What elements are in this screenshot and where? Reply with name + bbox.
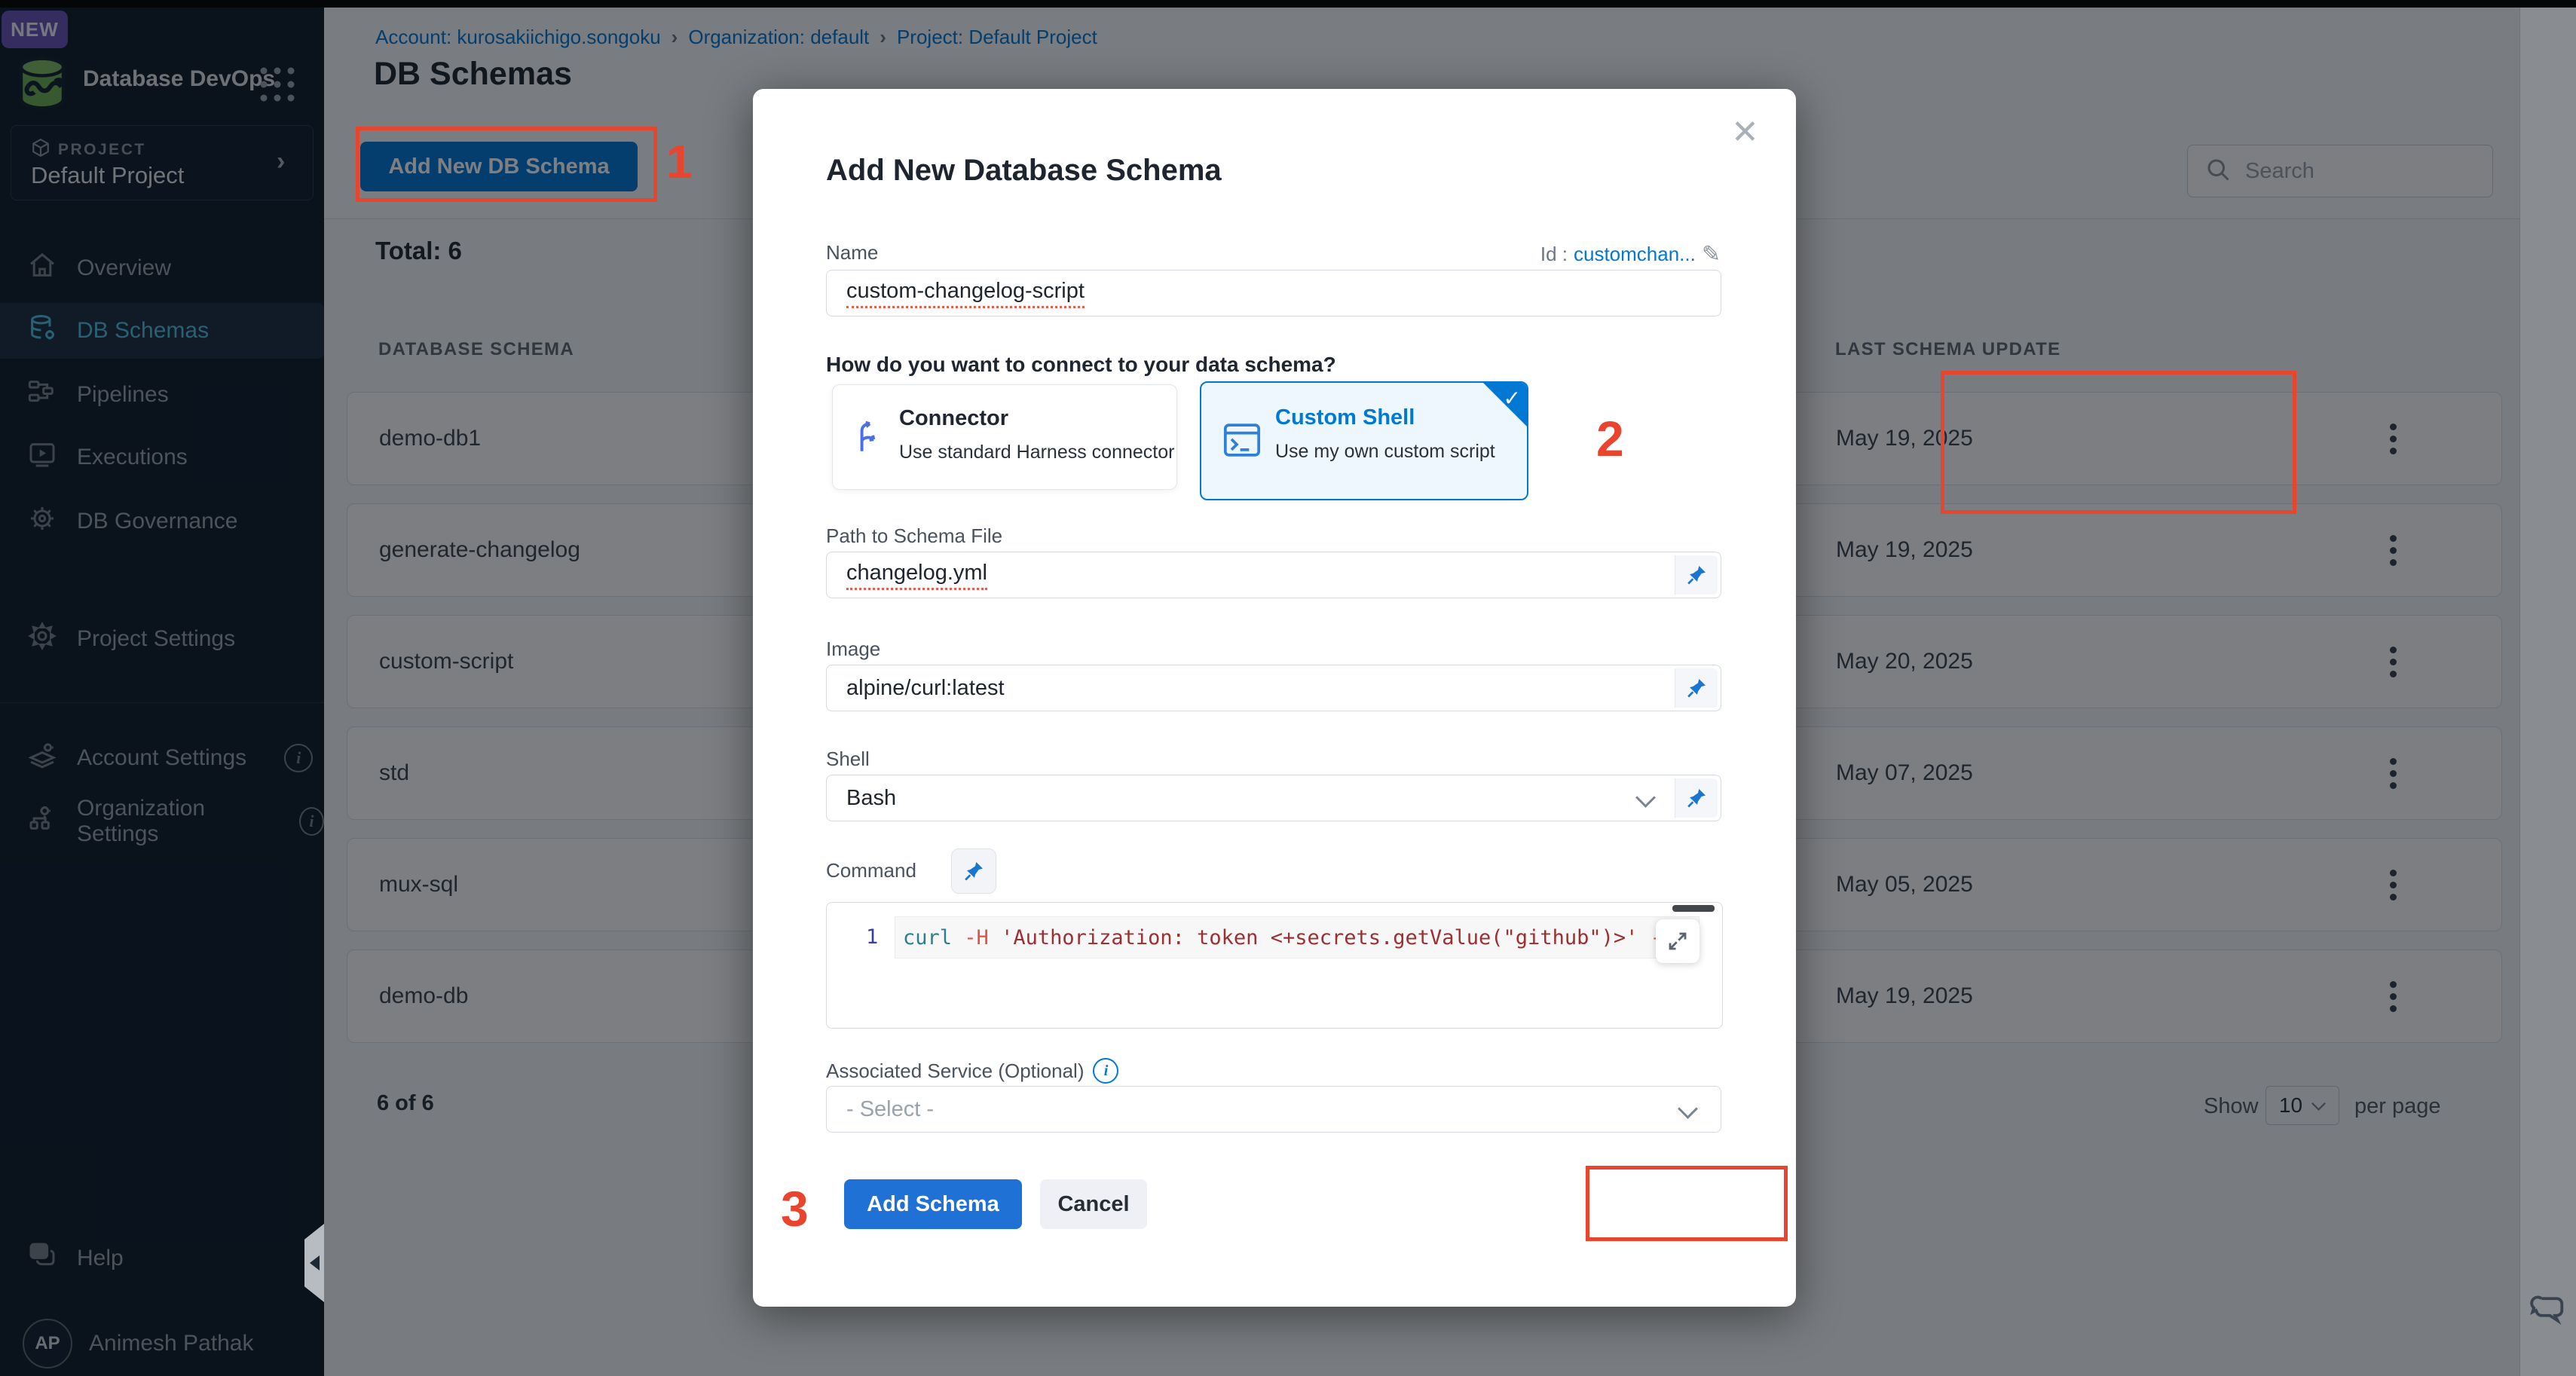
path-input-value: changelog.yml: [846, 561, 987, 590]
annotation-number-1: 1: [666, 136, 692, 189]
option-card-custom-shell[interactable]: ✓ Custom Shell Use my own custom script: [1200, 381, 1528, 500]
command-pin-button[interactable]: [951, 849, 996, 894]
path-label: Path to Schema File: [826, 524, 1002, 548]
entity-id-row: Id : customchan... ✎: [1540, 241, 1721, 268]
command-label: Command: [826, 859, 916, 882]
image-label: Image: [826, 638, 880, 661]
pin-icon[interactable]: [1675, 668, 1718, 708]
id-value[interactable]: customchan...: [1574, 243, 1696, 266]
name-input[interactable]: custom-changelog-script: [826, 270, 1721, 316]
name-label: Name: [826, 241, 878, 264]
path-input[interactable]: changelog.yml: [826, 552, 1721, 598]
custom-shell-title: Custom Shell: [1275, 405, 1495, 430]
code-line: curl -H 'Authorization: token <+secrets.…: [895, 916, 1699, 959]
annotation-number-3: 3: [781, 1180, 809, 1237]
custom-shell-subtitle: Use my own custom script: [1275, 441, 1495, 463]
image-input[interactable]: alpine/curl:latest: [826, 665, 1721, 711]
line-number: 1: [866, 925, 878, 949]
connector-title: Connector: [899, 406, 1174, 431]
annotation-box-2: [1941, 371, 2296, 514]
chevron-down-icon: [1635, 787, 1656, 808]
edit-id-pencil-icon[interactable]: ✎: [1702, 241, 1721, 268]
pin-icon[interactable]: [1675, 555, 1718, 595]
image-input-value: alpine/curl:latest: [846, 676, 1005, 701]
close-icon[interactable]: ✕: [1731, 116, 1759, 149]
shell-select[interactable]: Bash: [826, 775, 1721, 821]
associated-service-label: Associated Service (Optional): [826, 1060, 1084, 1083]
expand-editor-icon[interactable]: [1656, 919, 1699, 963]
option-card-connector[interactable]: Connector Use standard Harness connector: [832, 384, 1177, 490]
name-input-value: custom-changelog-script: [846, 279, 1085, 308]
connector-subtitle: Use standard Harness connector: [899, 442, 1174, 463]
add-schema-modal: ✕ Add New Database Schema Name Id : cust…: [753, 89, 1796, 1307]
terminal-icon: [1221, 419, 1263, 465]
chevron-down-icon: [1678, 1099, 1698, 1119]
cancel-button[interactable]: Cancel: [1040, 1179, 1147, 1229]
command-code-editor[interactable]: 1 curl -H 'Authorization: token <+secret…: [826, 902, 1723, 1029]
info-icon[interactable]: i: [1093, 1058, 1118, 1084]
connector-icon: [851, 418, 889, 460]
add-schema-button[interactable]: Add Schema: [844, 1179, 1022, 1229]
chat-widget-icon[interactable]: [2526, 1290, 2567, 1335]
shell-select-value: Bash: [846, 786, 896, 811]
command-text: curl -H 'Authorization: token <+secrets.…: [895, 926, 1699, 949]
annotation-number-2: 2: [1596, 410, 1624, 467]
check-icon: ✓: [1504, 386, 1521, 411]
editor-scrollbar[interactable]: [1672, 905, 1715, 912]
id-key-label: Id :: [1540, 243, 1568, 266]
annotation-box-1: [356, 127, 657, 202]
annotation-box-3: [1586, 1166, 1788, 1241]
modal-title: Add New Database Schema: [826, 154, 1222, 188]
associated-service-value: - Select -: [846, 1097, 934, 1122]
shell-label: Shell: [826, 748, 870, 771]
chevron-left-icon: [310, 1255, 320, 1271]
connect-question: How do you want to connect to your data …: [826, 353, 1336, 377]
app-root: NEW Database DevOps: [0, 0, 2576, 1376]
window-top-bar: [0, 0, 2576, 8]
pin-icon[interactable]: [1675, 778, 1718, 818]
browser-scrollbar-track[interactable]: [2519, 8, 2576, 1376]
associated-service-select[interactable]: - Select -: [826, 1086, 1721, 1133]
associated-service-row: Associated Service (Optional) i: [826, 1058, 1118, 1084]
